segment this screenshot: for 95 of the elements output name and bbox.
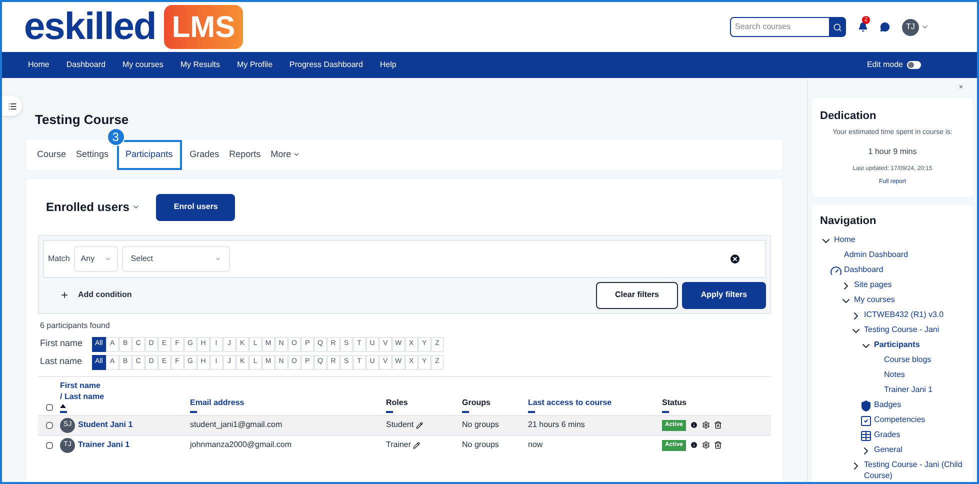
menu-link[interactable]: My Profile — [236, 59, 273, 71]
navigation-link[interactable]: Course blogs — [884, 354, 932, 365]
step-number-badge: 3 — [106, 128, 125, 146]
menu-link[interactable]: Progress Dashboard — [290, 59, 363, 71]
edit-mode-label: Edit mode — [866, 59, 903, 71]
menu-link[interactable]: Dashboard — [66, 59, 106, 71]
logo-wordmark[interactable]: eskilled — [24, 8, 156, 46]
shield-icon — [860, 400, 872, 412]
block-title: Navigation — [820, 214, 878, 228]
info-icon[interactable] — [690, 421, 698, 429]
user-name-link[interactable]: Trainer Jani 1 — [78, 439, 130, 451]
match-select[interactable]: Any — [74, 246, 118, 272]
match-label: Match — [48, 252, 70, 264]
course-tab[interactable]: Participants — [116, 140, 182, 170]
navigation-link[interactable]: Home — [834, 234, 856, 245]
block-title: Dedication — [820, 108, 876, 124]
apply-filters-button[interactable]: Apply filters — [682, 282, 766, 308]
close-icon[interactable] — [957, 84, 965, 90]
menu-link[interactable]: Home — [28, 59, 50, 71]
trash-icon[interactable] — [714, 421, 722, 429]
chat-icon[interactable] — [880, 22, 890, 32]
table-cell: Student — [386, 419, 414, 431]
remove-icon[interactable] — [729, 252, 741, 264]
table-cell-text: now — [528, 439, 544, 451]
add-icon[interactable]: + — [61, 286, 68, 304]
gauge-icon — [830, 265, 842, 277]
course-title: Testing Course — [35, 111, 130, 129]
table-cell-text: 21 hours 6 mins — [528, 419, 586, 431]
select-all-checkbox[interactable] — [46, 404, 52, 410]
menu-link[interactable]: My courses — [122, 59, 164, 71]
row-checkbox[interactable] — [46, 422, 52, 428]
add-condition-button[interactable]: Add condition — [78, 289, 132, 301]
table-cell: Trainer — [386, 439, 412, 451]
settings-icon[interactable] — [702, 441, 710, 449]
time-spent: 1 hour 9 mins — [868, 146, 917, 158]
navigation-link[interactable]: Notes — [884, 369, 905, 380]
filter-type-select[interactable]: Select — [122, 246, 230, 272]
search-icon — [832, 22, 842, 32]
checkbox-square-icon — [860, 415, 872, 427]
course-tab[interactable]: Grades — [188, 140, 222, 170]
filter-label: Last name — [40, 355, 84, 368]
navigation-link[interactable]: ICTWEB432 (R1) v3.0 — [864, 309, 944, 320]
user-avatar[interactable]: TJ — [902, 18, 919, 36]
search-field[interactable]: Search courses — [730, 17, 846, 37]
column-header[interactable]: Email address — [190, 396, 386, 408]
user-name-link[interactable]: Student Jani 1 — [78, 419, 133, 431]
bell-icon[interactable] — [858, 22, 868, 32]
pencil-icon[interactable] — [416, 422, 423, 428]
navigation-link[interactable]: Trainer Jani 1 — [884, 384, 933, 395]
navigation-link[interactable]: General — [874, 444, 902, 455]
navigation-link[interactable]: Badges — [874, 399, 902, 410]
enrol-users-button[interactable]: Enrol users — [156, 194, 236, 220]
table-cell-text: student_jani1@gmail.com — [190, 419, 284, 431]
navigation-link[interactable]: My courses — [854, 294, 895, 305]
participants-count: 6 participants found — [40, 320, 111, 332]
page-heading[interactable]: Enrolled users — [46, 198, 130, 216]
table-cell-text: No groups — [462, 439, 500, 451]
table-cell-text: johnmanza2000@gmail.com — [190, 439, 293, 451]
column-header: Status — [662, 396, 688, 408]
navigation-link[interactable]: Testing Course - Jani — [864, 324, 940, 335]
caret-icon — [104, 256, 111, 262]
drawer-toggle-button[interactable] — [2, 96, 22, 116]
caret-icon — [214, 256, 221, 262]
column-header: Roles — [386, 396, 409, 408]
chevron-down-icon[interactable] — [132, 203, 140, 211]
navigation-link[interactable]: Site pages — [854, 279, 892, 290]
navigation-link[interactable]: Competencies — [874, 414, 926, 425]
column-header[interactable]: First name — [60, 380, 190, 390]
course-tab[interactable]: Reports — [227, 140, 263, 170]
filter-label: First name — [40, 337, 84, 350]
chevron-down-icon — [293, 151, 300, 158]
search-input[interactable]: Search courses — [731, 18, 829, 36]
navigation-link[interactable]: Participants — [874, 339, 920, 350]
navigation-link[interactable]: Admin Dashboard — [844, 249, 908, 260]
settings-icon[interactable] — [702, 421, 710, 429]
clear-filters-button[interactable]: Clear filters — [596, 282, 678, 308]
row-checkbox[interactable] — [46, 442, 52, 448]
pencil-icon[interactable] — [413, 442, 420, 448]
search-button[interactable] — [829, 18, 845, 36]
course-tab[interactable]: Course — [35, 140, 68, 170]
course-tab[interactable]: More — [268, 140, 302, 170]
menu-link[interactable]: My Results — [180, 59, 220, 71]
navigation-link[interactable]: Testing Course - Jani (Child Course) — [864, 459, 965, 481]
table-cell-text: No groups — [462, 419, 500, 431]
navigation-link[interactable]: Grades — [874, 429, 900, 440]
trash-icon[interactable] — [714, 441, 722, 449]
info-icon[interactable] — [690, 441, 698, 449]
column-header[interactable]: Last access to course — [528, 396, 662, 408]
column-header: Groups — [462, 396, 492, 408]
column-header[interactable]: / Last name — [60, 390, 190, 402]
edit-mode-toggle[interactable] — [907, 61, 921, 69]
navigation-link[interactable]: Dashboard — [844, 264, 884, 275]
table-icon — [860, 430, 872, 442]
menu-link[interactable]: Help — [380, 59, 396, 71]
list-icon — [8, 102, 16, 110]
